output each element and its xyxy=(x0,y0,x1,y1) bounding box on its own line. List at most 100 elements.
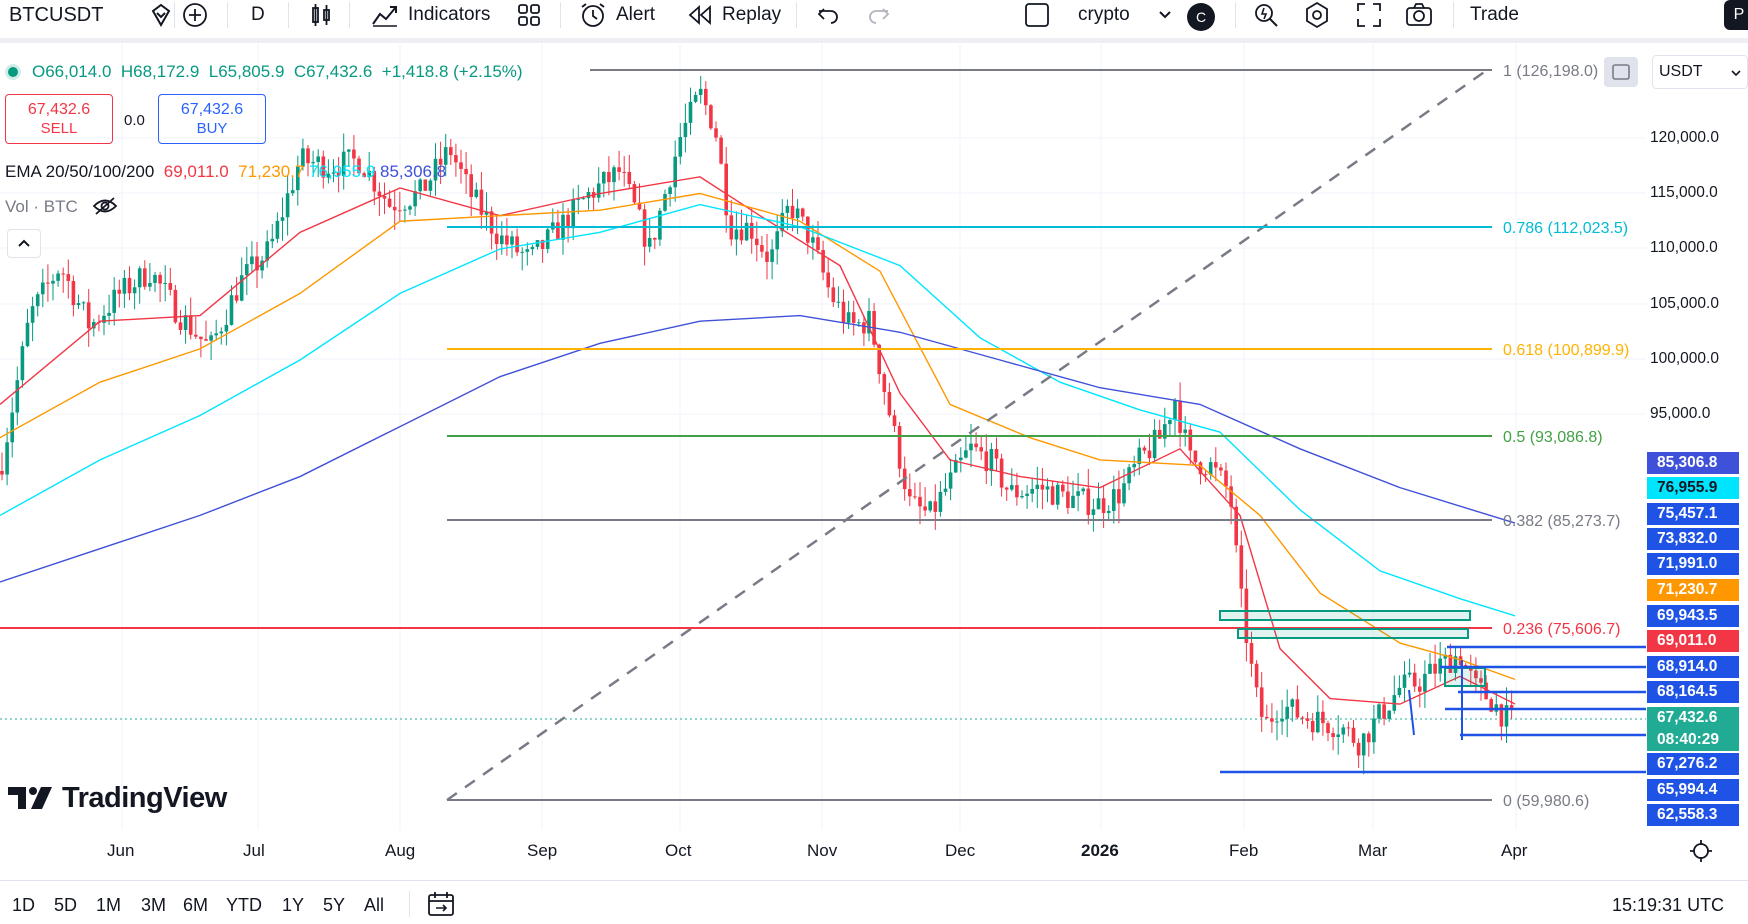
bottom-toolbar: 1D 5D 1M 3M 6M YTD 1Y 5Y All 15:19:31 UTC xyxy=(0,880,1748,924)
candle-body xyxy=(219,331,224,334)
eye-hidden-icon[interactable] xyxy=(92,197,118,215)
volume-legend[interactable]: Vol · BTC xyxy=(5,197,118,217)
range-button[interactable]: YTD xyxy=(226,895,262,916)
tradingview-logo[interactable]: TradingView xyxy=(8,782,227,815)
candle-body xyxy=(1193,450,1198,463)
user-avatar[interactable]: C xyxy=(1187,2,1215,32)
candle-body xyxy=(734,229,739,240)
candle-body xyxy=(1015,485,1019,498)
ema-title: EMA 20/50/100/200 xyxy=(5,162,155,181)
candle-body xyxy=(841,301,846,323)
candle-body xyxy=(1106,510,1111,513)
fullscreen-icon[interactable] xyxy=(1355,0,1383,30)
publish-button[interactable]: P xyxy=(1724,0,1748,30)
volume-label: Vol · BTC xyxy=(5,197,78,216)
candle-body xyxy=(994,449,999,459)
price-tag: 68,164.5 xyxy=(1647,681,1739,703)
candle-body xyxy=(117,289,122,294)
indicators-button[interactable]: Indicators xyxy=(370,0,490,30)
candle-body xyxy=(704,88,708,106)
ohlc-open: O66,014.0 xyxy=(32,62,112,81)
candle-body xyxy=(948,472,953,489)
range-button[interactable]: 5Y xyxy=(323,895,345,916)
candle-type-icon[interactable] xyxy=(310,0,332,30)
candle-body xyxy=(229,295,234,325)
fib-level-label: 0 (59,980.6) xyxy=(1503,793,1589,810)
candle-body xyxy=(178,322,183,330)
candle-body xyxy=(306,148,310,164)
candle-body xyxy=(811,237,815,243)
trade-button[interactable]: Trade xyxy=(1470,0,1519,30)
candle-body xyxy=(785,205,790,213)
sell-label: SELL xyxy=(40,120,78,137)
candle-body xyxy=(183,315,188,330)
candle-body xyxy=(1122,483,1126,504)
utc-clock[interactable]: 15:19:31 UTC xyxy=(1612,895,1724,916)
candle-body xyxy=(556,222,560,240)
resistance-zone xyxy=(1237,628,1469,639)
replay-icon xyxy=(688,4,711,26)
candle-body xyxy=(10,412,14,443)
candle-body xyxy=(545,229,550,249)
buy-button[interactable]: 67,432.6 BUY xyxy=(158,94,266,144)
candle-body xyxy=(1305,718,1310,721)
watchlist-add-icon[interactable] xyxy=(148,0,174,30)
range-button[interactable]: 1Y xyxy=(282,895,304,916)
goto-date-icon[interactable] xyxy=(1688,838,1714,869)
redo-icon[interactable] xyxy=(866,0,892,30)
indicators-label: Indicators xyxy=(408,4,491,25)
candle-body xyxy=(61,273,65,275)
ema-legend[interactable]: EMA 20/50/100/200 69,011.0 71,230.7 76,9… xyxy=(5,162,446,182)
templates-grid-icon[interactable] xyxy=(516,0,542,30)
currency-select[interactable]: USDT xyxy=(1652,55,1748,89)
chart-settings-icon[interactable] xyxy=(1604,57,1638,87)
time-axis-tick: Dec xyxy=(945,841,976,860)
candle-body xyxy=(749,222,754,239)
layout-name-button[interactable]: crypto xyxy=(1078,0,1130,30)
range-button[interactable]: 1D xyxy=(12,895,35,916)
candle-body xyxy=(1280,718,1284,722)
candle-body xyxy=(836,301,841,303)
fib-level-label: 0.382 (85,273.7) xyxy=(1503,513,1620,530)
price-tag: 71,230.7 xyxy=(1647,579,1739,601)
sell-price: 67,432.6 xyxy=(27,101,91,118)
snapshot-camera-icon[interactable] xyxy=(1404,0,1434,30)
undo-icon[interactable] xyxy=(815,0,841,30)
chevron-down-icon[interactable] xyxy=(1158,0,1172,30)
candle-body xyxy=(408,206,412,210)
candle-body xyxy=(0,471,4,475)
range-button[interactable]: All xyxy=(364,895,384,916)
settings-gear-icon[interactable] xyxy=(1302,0,1332,30)
candle-body xyxy=(1326,723,1330,734)
candle-body xyxy=(1112,489,1116,511)
interval-button[interactable]: D xyxy=(251,0,265,30)
range-button[interactable]: 5D xyxy=(54,895,77,916)
candle-body xyxy=(1045,486,1050,490)
alert-button[interactable]: Alert xyxy=(578,0,655,30)
candle-body xyxy=(775,231,779,250)
range-button[interactable]: 1M xyxy=(96,895,121,916)
candle-body xyxy=(1356,742,1361,756)
price-tag: 75,457.1 xyxy=(1647,503,1739,525)
date-range-calendar-icon[interactable] xyxy=(426,890,456,923)
candle-body xyxy=(602,172,606,184)
candle-body xyxy=(5,442,9,475)
collapse-legend-button[interactable] xyxy=(7,229,41,258)
candle-body xyxy=(250,256,254,265)
symbol-search-button[interactable]: BTCUSDT xyxy=(9,0,103,30)
candle-body xyxy=(413,191,417,207)
replay-button[interactable]: Replay xyxy=(686,0,781,30)
quick-search-icon[interactable] xyxy=(1252,0,1280,30)
candle-body xyxy=(581,198,586,200)
layout-square-icon[interactable] xyxy=(1023,0,1051,30)
compare-plus-icon[interactable] xyxy=(181,0,209,30)
ohlc-low: L65,805.9 xyxy=(208,62,285,81)
candle-body xyxy=(168,283,173,290)
ohlc-legend: O66,014.0 H68,172.9 L65,805.9 C67,432.6 … xyxy=(8,62,523,82)
candle-body xyxy=(1086,488,1091,515)
sell-button[interactable]: 67,432.6 SELL xyxy=(5,94,113,144)
range-button[interactable]: 6M xyxy=(183,895,208,916)
range-button[interactable]: 3M xyxy=(141,895,166,916)
candle-body xyxy=(1117,489,1121,504)
replay-label: Replay xyxy=(722,4,782,25)
